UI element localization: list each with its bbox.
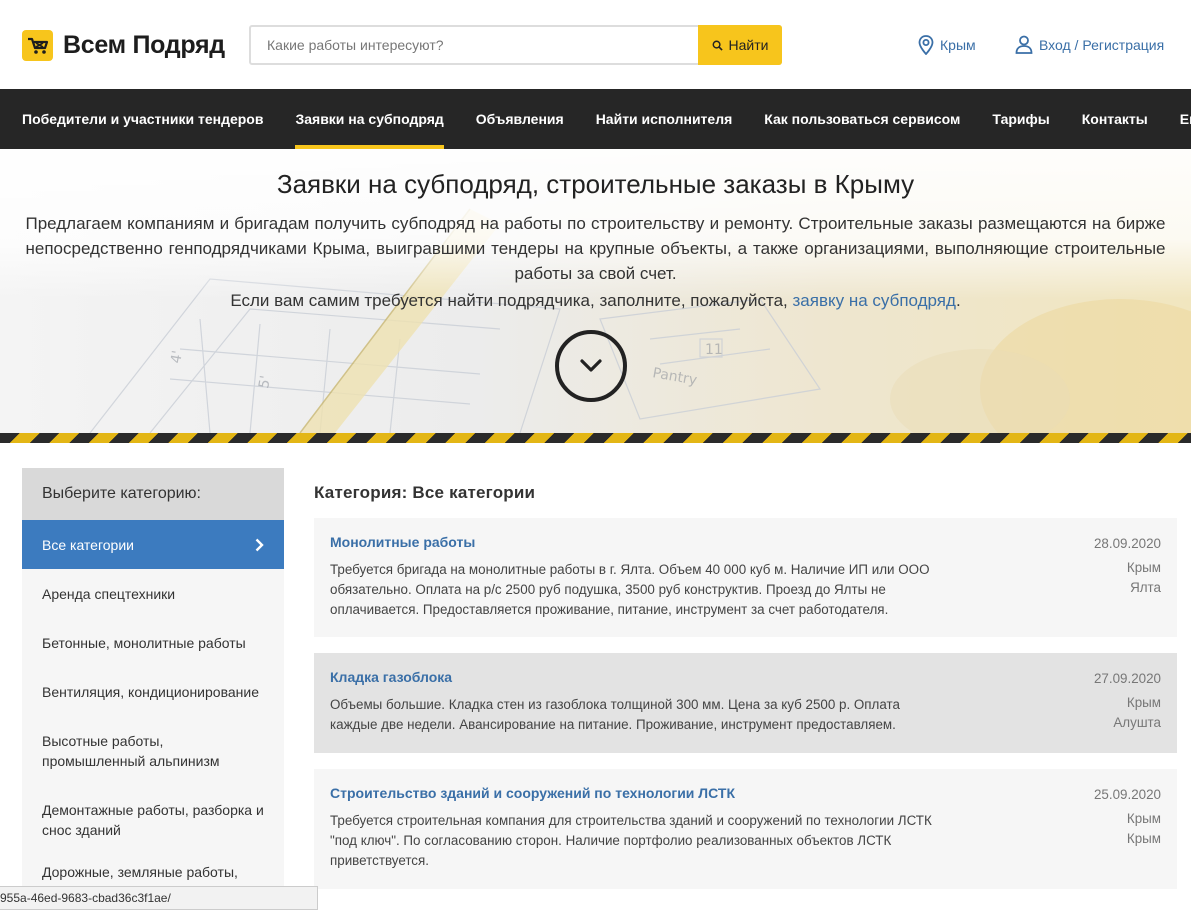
order-city: Алушта <box>1113 715 1161 730</box>
logo-text: Всем Подряд <box>63 31 225 59</box>
nav-item-find-contractor[interactable]: Найти исполнителя <box>596 89 733 149</box>
order-meta: 28.09.2020 Крым Ялта <box>1094 534 1161 598</box>
user-icon <box>1015 35 1033 54</box>
hero-description: Предлагаем компаниям и бригадам получить… <box>25 214 1166 283</box>
search-icon <box>712 40 723 51</box>
order-region: Крым <box>1126 811 1161 826</box>
orders-list: Категория: Все категории Монолитные рабо… <box>314 468 1177 905</box>
chevron-right-icon <box>255 538 264 551</box>
hero-note-text: Если вам самим требуется найти подрядчик… <box>230 291 793 310</box>
svg-text:5': 5' <box>256 374 274 389</box>
category-sidebar: Выберите категорию: Все категории Аренда… <box>22 468 284 910</box>
browser-status-url: 955a-46ed-9683-cbad36c3f1ae/ <box>0 886 318 910</box>
sidebar-item-equipment-rental[interactable]: Аренда спецтехники <box>22 569 284 618</box>
map-pin-icon <box>918 35 934 55</box>
hero-content: Заявки на субподряд, строительные заказы… <box>0 169 1191 311</box>
nav-item-contacts[interactable]: Контакты <box>1082 89 1148 149</box>
svg-text:11: 11 <box>705 342 723 358</box>
sidebar-heading: Выберите категорию: <box>22 468 284 520</box>
order-city: Ялта <box>1130 580 1161 595</box>
chevron-down-icon <box>580 359 602 372</box>
search-bar: Найти <box>249 25 782 65</box>
region-selector[interactable]: Крым <box>918 35 976 55</box>
order-card[interactable]: Строительство зданий и сооружений по тех… <box>314 769 1177 889</box>
order-description: Требуется строительная компания для стро… <box>330 813 932 868</box>
order-description: Объемы большие. Кладка стен из газоблока… <box>330 697 900 732</box>
login-label: Вход / Регистрация <box>1039 36 1165 53</box>
order-city: Крым <box>1126 831 1161 846</box>
hero-note-suffix: . <box>955 291 961 310</box>
sidebar-item-high-altitude-works[interactable]: Высотные работы, промышленный альпинизм <box>22 716 284 785</box>
site-header: Всем Подряд Найти Крым Вход / Регистраци… <box>0 0 1191 89</box>
scroll-down-button[interactable] <box>555 330 627 402</box>
sidebar-item-concrete-works[interactable]: Бетонные, монолитные работы <box>22 618 284 667</box>
order-date: 25.09.2020 <box>1093 787 1161 802</box>
page-title: Заявки на субподряд, строительные заказы… <box>276 169 915 199</box>
search-button-label: Найти <box>728 37 769 53</box>
subcontract-request-link[interactable]: заявку на субподряд <box>793 291 956 310</box>
sidebar-item-demolition[interactable]: Демонтажные работы, разборка и снос здан… <box>22 785 284 854</box>
search-input[interactable] <box>251 27 698 63</box>
order-date: 28.09.2020 <box>1093 536 1161 551</box>
svg-text:Pantry: Pantry <box>651 365 698 389</box>
hero-banner: 4' 5' 11 Pantry Заявки на субподряд, стр… <box>0 149 1191 433</box>
nav-item-more[interactable]: Ещё <box>1180 89 1191 149</box>
sidebar-item-all-categories[interactable]: Все категории <box>22 520 284 569</box>
nav-item-tariffs[interactable]: Тарифы <box>992 89 1049 149</box>
order-date: 27.09.2020 <box>1093 671 1161 686</box>
svg-text:4': 4' <box>168 349 186 364</box>
main-nav: Победители и участники тендеров Заявки н… <box>0 89 1191 149</box>
nav-item-tender-winners[interactable]: Победители и участники тендеров <box>22 89 263 149</box>
order-card[interactable]: Кладка газоблока Объемы большие. Кладка … <box>314 653 1177 753</box>
sidebar-item-ventilation[interactable]: Вентиляция, кондиционирование <box>22 667 284 716</box>
nav-item-how-to-use[interactable]: Как пользоваться сервисом <box>764 89 960 149</box>
order-region: Крым <box>1126 560 1161 575</box>
nav-item-subcontract-requests[interactable]: Заявки на субподряд <box>295 89 445 149</box>
order-meta: 27.09.2020 Крым Алушта <box>1094 669 1161 733</box>
order-description: Требуется бригада на монолитные работы в… <box>330 562 930 617</box>
login-link[interactable]: Вход / Регистрация <box>1015 35 1164 54</box>
search-button[interactable]: Найти <box>698 25 782 65</box>
order-region: Крым <box>1126 695 1161 710</box>
hero-note: Если вам самим требуется найти подрядчик… <box>0 291 1191 311</box>
nav-item-ads[interactable]: Объявления <box>476 89 564 149</box>
sidebar-item-label: Все категории <box>42 536 134 553</box>
hazard-stripe-divider <box>0 433 1191 443</box>
cart-logo-icon <box>22 30 53 61</box>
order-meta: 25.09.2020 Крым Крым <box>1094 785 1161 849</box>
main-section: Выберите категорию: Все категории Аренда… <box>0 443 1191 910</box>
region-label: Крым <box>940 37 976 53</box>
order-title-link[interactable]: Строительство зданий и сооружений по тех… <box>330 785 1161 801</box>
logo[interactable]: Всем Подряд <box>22 30 225 61</box>
category-title: Категория: Все категории <box>314 483 536 502</box>
order-card[interactable]: Монолитные работы Требуется бригада на м… <box>314 518 1177 637</box>
order-title-link[interactable]: Кладка газоблока <box>330 669 1161 685</box>
order-title-link[interactable]: Монолитные работы <box>330 534 1161 550</box>
